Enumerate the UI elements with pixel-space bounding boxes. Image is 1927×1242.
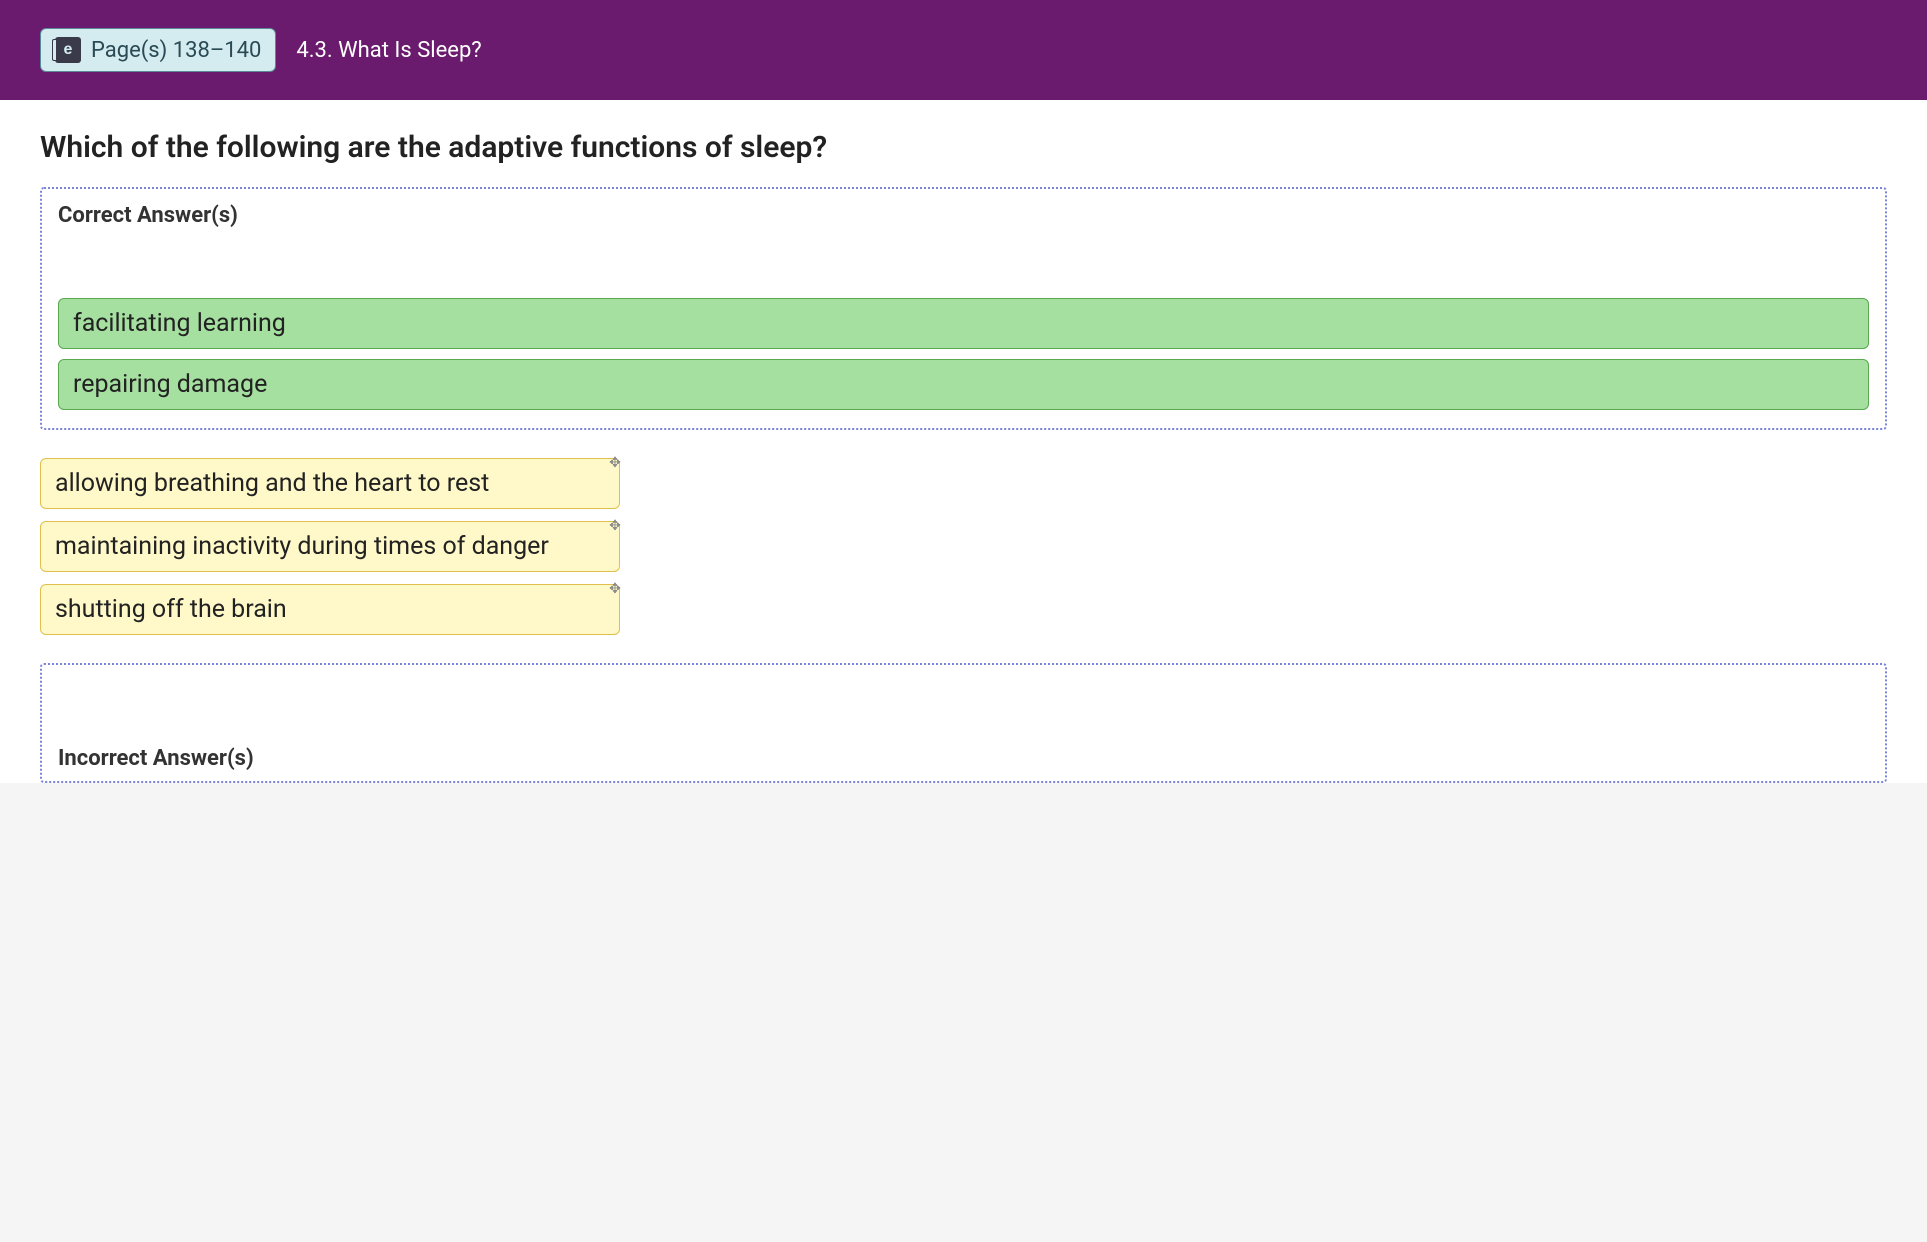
question-prompt: Which of the following are the adaptive …: [40, 130, 1887, 165]
move-icon[interactable]: ✥: [606, 454, 624, 472]
answer-item-draggable[interactable]: shutting off the brain: [40, 584, 620, 635]
answer-item-draggable[interactable]: allowing breathing and the heart to rest: [40, 458, 620, 509]
page-reference-badge[interactable]: e Page(s) 138–140: [40, 28, 276, 72]
page-reference-label: Page(s) 138–140: [91, 38, 261, 63]
ebook-icon: e: [55, 37, 81, 63]
draggable-answer-row[interactable]: maintaining inactivity during times of d…: [40, 521, 620, 572]
correct-zone-label: Correct Answer(s): [58, 203, 1869, 228]
answer-item-draggable[interactable]: maintaining inactivity during times of d…: [40, 521, 620, 572]
answer-item-correct[interactable]: facilitating learning: [58, 298, 1869, 349]
answer-item-correct[interactable]: repairing damage: [58, 359, 1869, 410]
move-icon[interactable]: ✥: [606, 517, 624, 535]
draggable-answer-row[interactable]: allowing breathing and the heart to rest…: [40, 458, 620, 509]
draggable-answer-row[interactable]: shutting off the brain ✥: [40, 584, 620, 635]
incorrect-zone-label: Incorrect Answer(s): [58, 746, 1869, 771]
header-bar: e Page(s) 138–140 4.3. What Is Sleep?: [0, 0, 1927, 100]
move-icon[interactable]: ✥: [606, 580, 624, 598]
correct-answers-dropzone[interactable]: Correct Answer(s) facilitating learning …: [40, 187, 1887, 430]
incorrect-answers-dropzone[interactable]: Incorrect Answer(s): [40, 663, 1887, 783]
question-content: Which of the following are the adaptive …: [0, 100, 1927, 783]
section-title: 4.3. What Is Sleep?: [296, 38, 481, 63]
unplaced-answers-area: allowing breathing and the heart to rest…: [40, 458, 1887, 647]
